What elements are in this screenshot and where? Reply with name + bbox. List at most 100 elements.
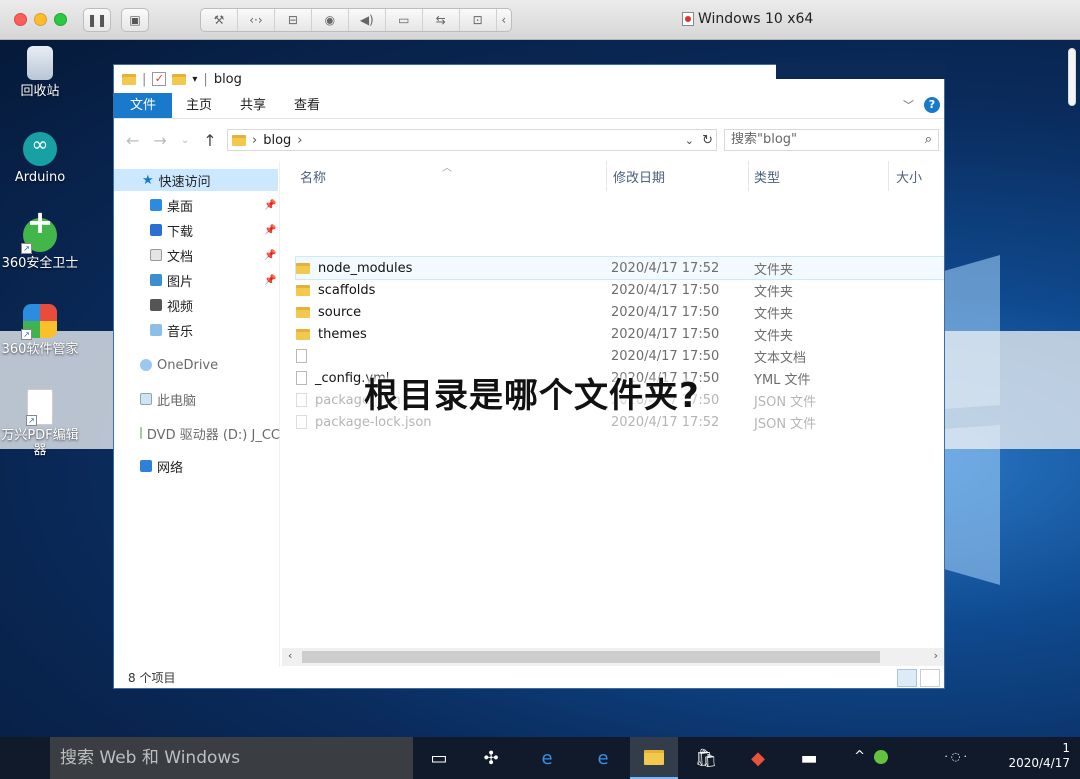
search-input[interactable]: 搜索"blog" ⌕ [724,129,939,151]
nav-network[interactable]: 网络 [140,455,280,477]
breadcrumb-blog[interactable]: blog [263,133,291,148]
desktop-icon-pdf-editor[interactable]: ↗ 万兴PDF编辑器 [0,390,80,458]
tab-home[interactable]: 主页 [172,93,226,118]
file-explorer-taskbar-icon[interactable] [630,737,678,779]
recent-locations-chevron-icon[interactable]: ⌄ [181,135,189,146]
column-header-name[interactable]: 名称 [296,167,326,191]
details-view-icon[interactable] [897,669,917,687]
collapse-chevron-icon[interactable]: ‹ [497,9,511,31]
file-row-source[interactable]: source 2020/4/17 17:50 文件夹 [296,301,944,323]
column-divider[interactable] [888,161,889,191]
horizontal-scrollbar[interactable]: ‹ › [282,648,944,666]
column-header-date[interactable]: 修改日期 [609,167,665,191]
column-header-size[interactable]: 大小 [892,167,922,191]
task-view-icon[interactable]: ▭ [426,745,452,771]
address-dropdown-icon[interactable]: ⌄ [685,134,694,147]
pin-icon[interactable]: 📌 [264,225,276,236]
shortcut-arrow-icon: ↗ [21,329,32,340]
camera-icon[interactable]: ◉ [312,9,349,31]
internet-explorer-icon[interactable]: e [534,745,560,771]
folder-icon [296,262,310,274]
star-icon: ★ [142,172,154,188]
folder-icon [296,328,310,340]
pin-icon[interactable]: 📌 [264,250,276,261]
nav-item-desktop[interactable]: 桌面 📌 [150,194,280,216]
nav-quick-access[interactable]: ★ 快速访问 [114,169,278,191]
new-folder-icon[interactable] [172,73,187,85]
forward-arrow-icon[interactable]: → [153,131,166,150]
sound-icon[interactable]: ◀) [349,9,386,31]
minimize-window-button[interactable] [34,13,47,26]
video-icon [150,299,162,311]
scroll-left-icon[interactable]: ‹ [288,649,292,662]
column-header-type[interactable]: 类型 [750,167,780,191]
store-icon[interactable]: 🛍 [693,745,719,771]
pictures-icon [150,274,162,286]
column-divider[interactable] [606,161,607,191]
nav-item-downloads[interactable]: 下载 📌 [150,219,280,241]
properties-icon[interactable]: ✓ [152,72,167,86]
desktop-icon-360-safe[interactable]: ↗ 360安全卫士 [0,215,80,271]
tab-file[interactable]: 文件 [114,93,172,118]
360-tray-icon[interactable] [874,750,888,764]
breadcrumb-separator-icon[interactable]: › [297,133,302,148]
code-icon[interactable]: ‹·› [238,9,275,31]
tab-share[interactable]: 共享 [226,93,280,118]
wrench-icon[interactable]: ⚒ [201,9,238,31]
up-arrow-icon[interactable]: ↑ [203,131,216,150]
clock[interactable]: 1 2020/4/17 [1008,741,1070,771]
zoom-window-button[interactable] [54,13,67,26]
back-arrow-icon[interactable]: ← [126,131,139,150]
file-row-scaffolds[interactable]: scaffolds 2020/4/17 17:50 文件夹 [296,279,944,301]
expand-ribbon-chevron-icon[interactable]: ﹀ [903,97,914,113]
file-row-themes[interactable]: themes 2020/4/17 17:50 文件夹 [296,323,944,345]
quick-access-dropdown-icon[interactable]: ▾ [192,74,197,85]
desktop-icon-arduino[interactable]: Arduino [0,132,80,185]
desktop-folder-icon [150,199,162,211]
tray-icons[interactable]: ·◌· [944,750,970,763]
terminal-icon[interactable]: ▬ [796,745,822,771]
refresh-icon[interactable]: ↻ [702,133,713,148]
nav-dvd-drive[interactable]: DVD 驱动器 (D:) J_CC [140,422,280,444]
tab-view[interactable]: 查看 [280,93,334,118]
edge-icon[interactable]: e [590,745,616,771]
file-row-node-modules[interactable]: node_modules 2020/4/17 17:52 文件夹 [295,256,944,280]
column-divider[interactable] [748,161,749,191]
scrollbar-thumb[interactable] [302,651,880,663]
vm-scrollbar[interactable] [1068,48,1076,106]
taskbar-search-input[interactable]: 搜索 Web 和 Windows [50,737,413,779]
recycle-bin-icon [27,46,53,80]
window-title: blog [213,71,242,87]
desktop-icon-recycle-bin[interactable]: 回收站 [0,46,80,99]
desktop-icon-360-software-manager[interactable]: ↗ 360软件管家 [0,304,80,357]
scroll-right-icon[interactable]: › [934,649,938,662]
pause-vm-button[interactable]: ❚❚ [83,8,111,32]
pinwheel-app-icon[interactable]: ✣ [478,745,504,771]
shared-folder-icon[interactable]: ⊡ [460,9,497,31]
video-icon[interactable]: ▭ [386,9,423,31]
nav-onedrive[interactable]: OneDrive [140,354,280,376]
snapshot-button[interactable]: ▣ [121,8,149,32]
help-icon[interactable]: ? [924,97,940,113]
show-hidden-icons-chevron-icon[interactable]: ^ [854,749,865,764]
nav-this-pc[interactable]: 此电脑 [140,388,280,410]
nav-item-pictures[interactable]: 图片 📌 [150,269,280,291]
pin-icon[interactable]: 📌 [264,275,276,286]
folder-icon [296,284,310,296]
file-row-text-document[interactable]: 2020/4/17 17:50 文本文档 [296,345,944,367]
address-input[interactable]: › blog › ⌄ ↻ [227,129,717,151]
dvd-drive-icon [140,427,142,439]
git-icon[interactable]: ◆ [745,745,771,771]
nav-item-videos[interactable]: 视频 [150,294,280,316]
drive-icon[interactable]: ⊟ [275,9,312,31]
nav-item-documents[interactable]: 文档 📌 [150,244,280,266]
360-software-manager-icon: ↗ [21,304,57,340]
large-icons-view-icon[interactable] [920,669,940,687]
nav-item-music[interactable]: 音乐 [150,319,280,341]
breadcrumb-separator-icon: › [252,132,258,148]
vm-toolbar: ⚒ ‹·› ⊟ ◉ ◀) ▭ ⇆ ⊡ ‹ [200,8,512,32]
pin-icon[interactable]: 📌 [264,200,276,211]
shortcut-arrow-icon: ↗ [26,415,37,426]
usb-icon[interactable]: ⇆ [423,9,460,31]
close-window-button[interactable] [14,13,27,26]
